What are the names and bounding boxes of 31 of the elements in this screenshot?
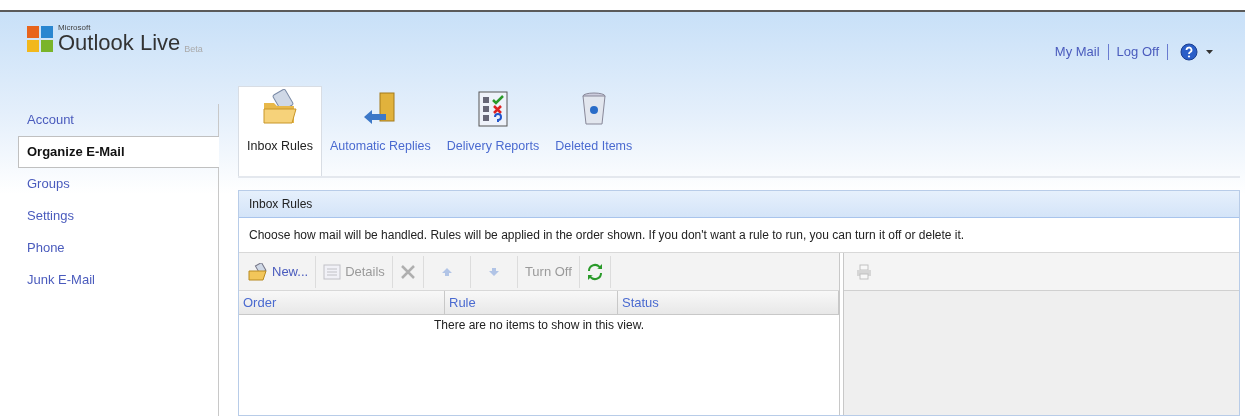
printer-icon: [856, 263, 872, 280]
tab[interactable]: Deleted Items: [547, 86, 641, 176]
tab[interactable]: Automatic Replies: [322, 86, 439, 176]
sidebar-item[interactable]: Groups: [18, 168, 219, 200]
up-arrow-icon: [440, 266, 453, 277]
list-icon: [323, 263, 342, 280]
office-logo-icon: [26, 25, 54, 53]
refresh-icon: [586, 262, 603, 281]
close-icon: [399, 263, 416, 280]
folder-icon: [248, 262, 268, 281]
tab[interactable]: Inbox Rules: [238, 86, 322, 176]
product-name: Outlook Live: [58, 32, 181, 54]
beta-label: Beta: [184, 45, 203, 54]
toolbar-button[interactable]: New...: [241, 255, 317, 288]
header-link[interactable]: My Mail: [1054, 42, 1100, 62]
sidebar-item[interactable]: Junk E-Mail: [18, 264, 219, 296]
panel-header: Inbox Rules: [239, 191, 1239, 218]
tab[interactable]: Delivery Reports: [438, 86, 548, 176]
caret-icon: [1206, 49, 1213, 54]
company-name: Microsoft: [58, 24, 92, 32]
sidebar-item[interactable]: Organize E-Mail: [18, 136, 219, 168]
column-header[interactable]: Order: [239, 291, 445, 314]
column-header[interactable]: Rule: [445, 291, 618, 314]
column-header[interactable]: Status: [618, 291, 839, 314]
sidebar-item[interactable]: Settings: [18, 200, 219, 232]
empty-message: There are no items to show in this view.: [433, 317, 645, 334]
down-arrow-icon: [487, 266, 500, 277]
help-icon: [1180, 42, 1198, 61]
header-link[interactable]: Log Off: [1116, 42, 1159, 62]
sidebar-item[interactable]: Phone: [18, 232, 219, 264]
description-text: Choose how mail will be handled. Rules will be applied in the order shown. If you don't want a rule to run, you can turn it off or delete it.: [248, 227, 966, 244]
